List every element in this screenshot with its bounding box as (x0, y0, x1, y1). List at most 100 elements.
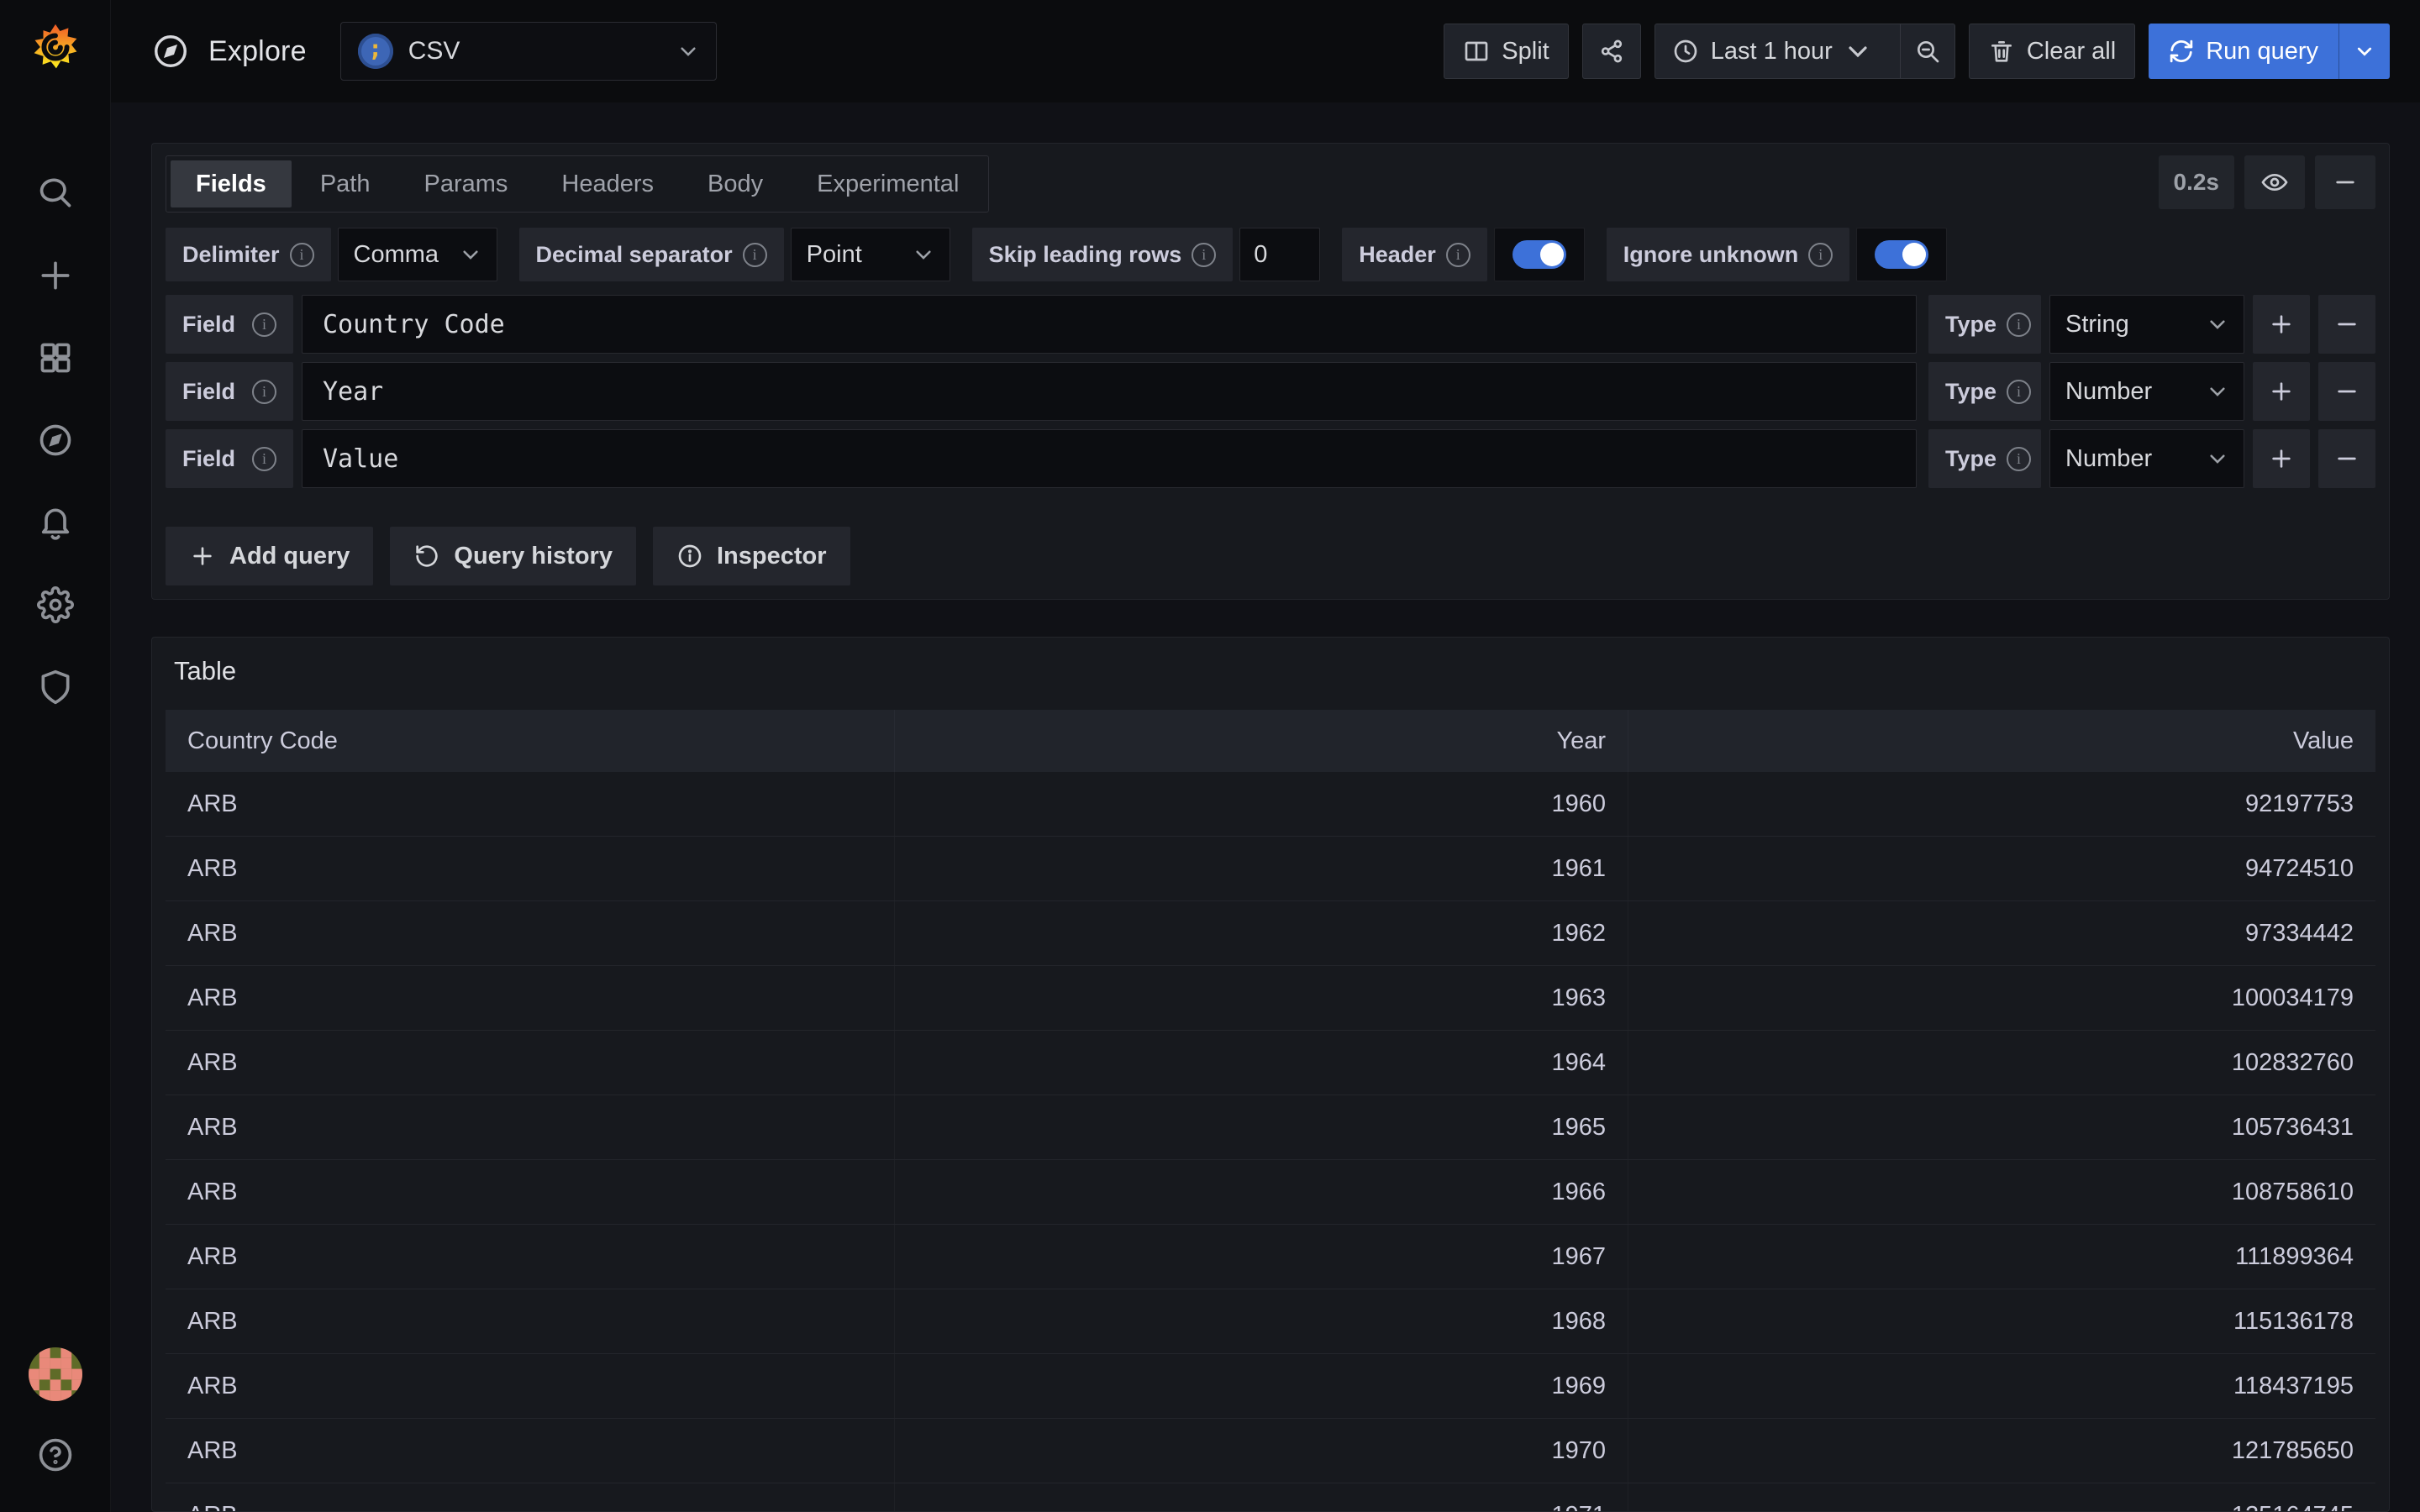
type-label: Type (1928, 295, 2041, 354)
table-row: ARB1971125164745 (166, 1483, 2375, 1511)
table-cell: 1967 (895, 1225, 1628, 1289)
remove-field-button[interactable] (2318, 295, 2375, 354)
field-name-input[interactable] (302, 295, 1917, 354)
tab-fields[interactable]: Fields (171, 160, 292, 207)
tab-path[interactable]: Path (295, 160, 396, 207)
clear-all-button[interactable]: Clear all (1969, 24, 2135, 79)
trash-icon (1988, 38, 2015, 65)
configuration-gear-icon[interactable] (35, 585, 76, 625)
datasource-name: CSV (408, 37, 662, 66)
table-cell: 105736431 (1628, 1095, 2375, 1159)
explore-compass-icon[interactable] (35, 420, 76, 460)
add-query-button[interactable]: Add query (166, 527, 373, 585)
info-icon (2007, 312, 2031, 337)
header-toggle[interactable] (1494, 228, 1585, 281)
chevron-down-icon (2207, 381, 2228, 402)
table-row: ARB196297334442 (166, 901, 2375, 966)
tab-body[interactable]: Body (682, 160, 788, 207)
run-query-button[interactable]: Run query (2149, 24, 2338, 79)
table-cell: ARB (166, 837, 895, 900)
table-cell: 118437195 (1628, 1354, 2375, 1418)
tab-headers[interactable]: Headers (536, 160, 679, 207)
table-cell: 1970 (895, 1419, 1628, 1483)
minus-icon (2333, 445, 2360, 472)
table-cell: ARB (166, 1354, 895, 1418)
inspector-button[interactable]: Inspector (653, 527, 850, 585)
chevron-down-icon (913, 244, 934, 265)
table-cell: 1966 (895, 1160, 1628, 1224)
field-name-input[interactable] (302, 362, 1917, 421)
table-cell: 94724510 (1628, 837, 2375, 900)
dashboards-icon[interactable] (35, 338, 76, 378)
field-label: Field (166, 295, 293, 354)
table-row: ARB196194724510 (166, 837, 2375, 901)
delimiter-select[interactable]: Comma (338, 228, 497, 281)
table-row: ARB1963100034179 (166, 966, 2375, 1031)
table-cell: ARB (166, 1483, 895, 1511)
minus-icon (2333, 378, 2360, 405)
search-icon[interactable] (35, 173, 76, 213)
collapse-query-button[interactable] (2315, 155, 2375, 209)
share-button[interactable] (1582, 24, 1641, 79)
table-body: ARB196092197753ARB196194724510ARB1962973… (166, 772, 2375, 1511)
alerting-bell-icon[interactable] (35, 502, 76, 543)
hide-response-button[interactable] (2244, 155, 2305, 209)
table-cell: 97334442 (1628, 901, 2375, 965)
table-cell: 125164745 (1628, 1483, 2375, 1511)
tab-experimental[interactable]: Experimental (792, 160, 984, 207)
split-button[interactable]: Split (1444, 24, 1568, 79)
time-range-button[interactable]: Last 1 hour (1655, 24, 1888, 78)
datasource-picker[interactable]: ; CSV (340, 22, 717, 81)
sidebar-nav (35, 173, 76, 707)
sidebar-bottom (29, 1347, 82, 1512)
run-query-options-button[interactable] (2338, 24, 2390, 79)
field-label: Field (166, 429, 293, 488)
decimal-separator-select[interactable]: Point (791, 228, 950, 281)
table-row: ARB1970121785650 (166, 1419, 2375, 1483)
query-history-button[interactable]: Query history (390, 527, 636, 585)
add-field-button[interactable] (2253, 362, 2310, 421)
zoom-out-icon (1914, 38, 1941, 65)
plus-icon (2268, 378, 2295, 405)
server-admin-shield-icon[interactable] (35, 667, 76, 707)
field-name-input[interactable] (302, 429, 1917, 488)
plus-icon (2268, 445, 2295, 472)
page-title: Explore (208, 35, 307, 68)
add-field-button[interactable] (2253, 295, 2310, 354)
user-avatar[interactable] (29, 1347, 82, 1401)
table-cell: 115136178 (1628, 1289, 2375, 1353)
field-type-select[interactable]: Number (2049, 429, 2244, 488)
ignore-unknown-toggle[interactable] (1856, 228, 1947, 281)
tab-params[interactable]: Params (398, 160, 533, 207)
table-cell: 1969 (895, 1354, 1628, 1418)
skip-leading-rows-input[interactable] (1239, 228, 1320, 281)
field-type-select[interactable]: Number (2049, 362, 2244, 421)
table-cell: ARB (166, 1031, 895, 1095)
info-circle-icon (676, 543, 703, 570)
table-cell: ARB (166, 772, 895, 836)
grafana-logo[interactable] (29, 20, 82, 74)
query-duration-badge: 0.2s (2159, 155, 2235, 209)
header-label: Header (1342, 228, 1487, 281)
column-header-value[interactable]: Value (1628, 710, 2375, 772)
remove-field-button[interactable] (2318, 429, 2375, 488)
add-field-button[interactable] (2253, 429, 2310, 488)
table-cell: ARB (166, 1095, 895, 1159)
plus-icon (2268, 311, 2295, 338)
split-label: Split (1502, 38, 1549, 66)
column-header-country-code[interactable]: Country Code (166, 710, 895, 772)
field-rows: Field Type String (166, 295, 2375, 488)
remove-field-button[interactable] (2318, 362, 2375, 421)
column-header-year[interactable]: Year (895, 710, 1628, 772)
panel-title: Table (152, 638, 2389, 686)
delimiter-label: Delimiter (166, 228, 331, 281)
info-icon (252, 312, 276, 337)
table-cell: 100034179 (1628, 966, 2375, 1030)
create-plus-icon[interactable] (35, 255, 76, 296)
field-type-select[interactable]: String (2049, 295, 2244, 354)
sync-icon (2169, 39, 2194, 64)
type-label: Type (1928, 429, 2041, 488)
zoom-out-time-button[interactable] (1900, 24, 1954, 78)
help-icon[interactable] (35, 1435, 76, 1475)
query-tabs-row: FieldsPathParamsHeadersBodyExperimental … (166, 155, 2375, 213)
